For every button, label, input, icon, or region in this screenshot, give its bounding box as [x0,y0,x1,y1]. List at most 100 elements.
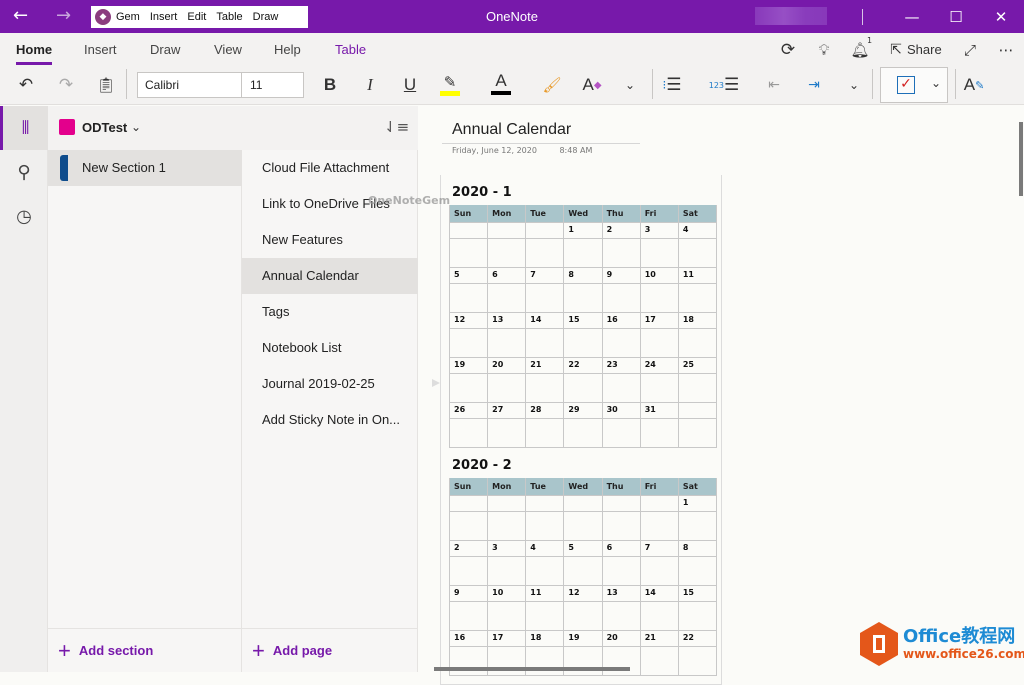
day-number-cell[interactable] [487,221,527,239]
day-number-cell[interactable]: 12 [448,311,489,329]
day-number-cell[interactable]: 31 [639,401,679,419]
day-notes-cell[interactable] [677,645,718,676]
day-notes-cell[interactable] [487,282,527,313]
day-notes-cell[interactable] [677,600,718,631]
day-notes-cell[interactable] [639,645,679,676]
day-number-cell[interactable] [601,494,641,512]
day-number-cell[interactable]: 13 [601,584,641,602]
day-number-cell[interactable]: 7 [639,539,679,557]
day-notes-cell[interactable] [563,555,603,586]
day-notes-cell[interactable] [525,237,565,268]
day-number-cell[interactable]: 4 [677,221,718,239]
day-notes-cell[interactable] [601,417,641,448]
day-number-cell[interactable]: 13 [487,311,527,329]
gem-logo-icon[interactable]: ◆ [95,9,111,25]
day-number-cell[interactable]: 15 [563,311,603,329]
day-number-cell[interactable] [487,494,527,512]
day-notes-cell[interactable] [487,555,527,586]
day-notes-cell[interactable] [601,510,641,541]
gem-menu-table[interactable]: Table [216,11,242,23]
day-number-cell[interactable]: 24 [639,356,679,374]
day-notes-cell[interactable] [487,417,527,448]
bullet-list-icon[interactable]: ⁝ ☰ [660,72,684,98]
day-notes-cell[interactable] [487,372,527,403]
close-button[interactable]: ✕ [986,6,1016,28]
day-number-cell[interactable]: 2 [601,221,641,239]
day-number-cell[interactable]: 18 [677,311,718,329]
day-number-cell[interactable]: 23 [601,356,641,374]
page-canvas[interactable]: Annual Calendar Friday, June 12, 2020 8:… [418,106,1024,685]
day-number-cell[interactable]: 20 [487,356,527,374]
day-number-cell[interactable] [525,494,565,512]
day-notes-cell[interactable] [448,600,489,631]
day-notes-cell[interactable] [563,510,603,541]
day-notes-cell[interactable] [525,417,565,448]
undo-icon[interactable]: ↶ [14,72,38,98]
day-number-cell[interactable]: 18 [525,629,565,647]
day-number-cell[interactable]: 27 [487,401,527,419]
page-item[interactable]: Journal 2019-02-25 [242,366,418,402]
gem-menu-gem[interactable]: Gem [116,11,140,23]
day-number-cell[interactable]: 5 [563,539,603,557]
day-number-cell[interactable] [448,221,489,239]
day-number-cell[interactable]: 9 [601,266,641,284]
todo-tag-picker[interactable]: ✓ ⌄ [880,67,948,103]
day-number-cell[interactable] [639,494,679,512]
day-notes-cell[interactable] [639,372,679,403]
day-notes-cell[interactable] [677,510,718,541]
horizontal-scrollbar[interactable] [434,667,630,671]
day-notes-cell[interactable] [601,282,641,313]
day-number-cell[interactable]: 14 [525,311,565,329]
day-notes-cell[interactable] [677,327,718,358]
day-number-cell[interactable]: 21 [525,356,565,374]
day-number-cell[interactable]: 4 [525,539,565,557]
day-number-cell[interactable]: 8 [677,539,718,557]
gem-menu-edit[interactable]: Edit [187,11,206,23]
day-notes-cell[interactable] [563,327,603,358]
share-icon[interactable]: ⇱ [886,39,906,61]
day-notes-cell[interactable] [677,237,718,268]
add-section-button[interactable]: + Add section [48,628,242,672]
day-notes-cell[interactable] [487,327,527,358]
day-notes-cell[interactable] [525,600,565,631]
numbered-list-icon[interactable]: 123 ☰ [709,72,740,98]
day-notes-cell[interactable] [677,372,718,403]
day-number-cell[interactable] [448,494,489,512]
recent-clock-icon[interactable]: ◷ [0,194,48,238]
day-number-cell[interactable]: 16 [448,629,489,647]
day-number-cell[interactable]: 10 [639,266,679,284]
day-number-cell[interactable] [563,494,603,512]
day-notes-cell[interactable] [601,327,641,358]
day-notes-cell[interactable] [487,600,527,631]
day-notes-cell[interactable] [677,417,718,448]
day-notes-cell[interactable] [487,510,527,541]
day-number-cell[interactable]: 16 [601,311,641,329]
page-item-active[interactable]: Annual Calendar [242,258,418,294]
fullscreen-icon[interactable]: ⤢ [960,39,980,61]
day-number-cell[interactable]: 9 [448,584,489,602]
search-icon[interactable]: ⚲ [0,150,48,194]
forward-arrow-icon[interactable]: → [56,6,71,26]
chevron-down-icon[interactable]: ⌄ [620,72,640,98]
tab-view[interactable]: View [214,42,242,57]
day-number-cell[interactable]: 11 [525,584,565,602]
day-notes-cell[interactable] [601,600,641,631]
day-notes-cell[interactable] [525,327,565,358]
day-notes-cell[interactable] [448,327,489,358]
day-number-cell[interactable]: 22 [563,356,603,374]
tab-help[interactable]: Help [274,42,301,57]
page-title[interactable]: Annual Calendar [452,121,571,139]
font-name-input[interactable]: Calibri [138,73,242,97]
sort-icon[interactable]: ⇃≡ [384,118,409,136]
maximize-button[interactable]: ☐ [941,6,971,28]
day-number-cell[interactable]: 2 [448,539,489,557]
day-number-cell[interactable]: 12 [563,584,603,602]
day-number-cell[interactable]: 17 [639,311,679,329]
day-number-cell[interactable]: 28 [525,401,565,419]
day-number-cell[interactable] [677,401,718,419]
more-options-icon[interactable]: ⋯ [996,39,1016,61]
day-number-cell[interactable]: 1 [677,494,718,512]
clear-formatting-icon[interactable]: A ◆ [580,72,604,98]
styles-icon[interactable]: A ✎ [962,72,986,98]
day-number-cell[interactable]: 19 [563,629,603,647]
